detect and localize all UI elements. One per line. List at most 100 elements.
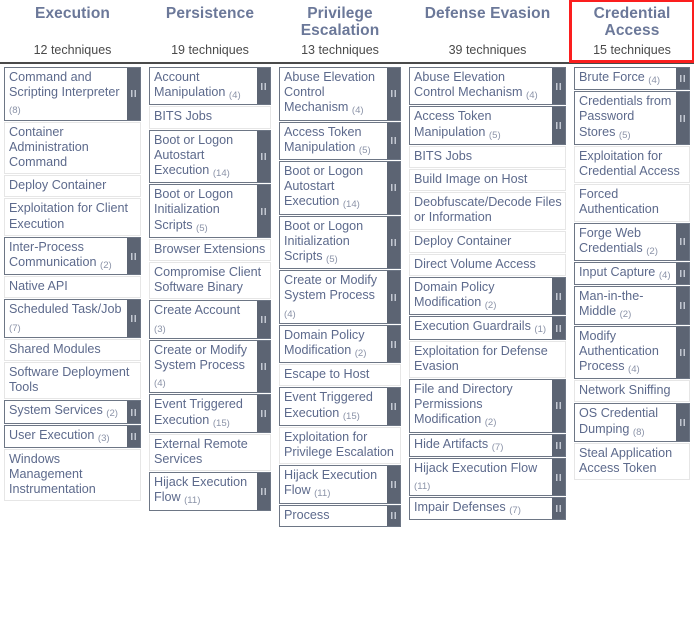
technique-cell[interactable]: Hijack Execution Flow (11) [409,457,566,497]
technique-cell[interactable]: Exploitation for Privilege Escalation [279,426,401,465]
technique-cell[interactable]: Exploitation for Client Execution [4,198,141,236]
expand-subtechniques-icon[interactable] [552,317,565,339]
technique-cell[interactable]: Deploy Container [409,230,566,253]
expand-subtechniques-icon[interactable] [552,380,565,432]
tactic-header-execution[interactable]: Execution 12 techniques [0,0,145,62]
expand-subtechniques-icon[interactable] [127,237,140,275]
technique-cell[interactable]: Direct Volume Access [409,253,566,277]
technique-cell[interactable]: Account Manipulation (4) [149,67,271,106]
expand-subtechniques-icon[interactable] [676,92,689,144]
expand-subtechniques-icon[interactable] [676,287,689,324]
technique-cell[interactable]: Scheduled Task/Job (7) [4,299,141,338]
technique-cell[interactable]: Browser Extensions [149,238,271,262]
expand-subtechniques-icon[interactable] [257,473,270,510]
technique-cell[interactable]: Inter-Process Communication (2) [4,236,141,276]
technique-cell[interactable]: External Remote Services [149,433,271,472]
expand-subtechniques-icon[interactable] [676,68,689,90]
expand-subtechniques-icon[interactable] [387,216,400,269]
technique-cell[interactable]: Domain Policy Modification (2) [279,324,401,364]
expand-subtechniques-icon[interactable] [257,68,270,105]
expand-subtechniques-icon[interactable] [552,107,565,144]
expand-subtechniques-icon[interactable] [387,122,400,160]
technique-cell[interactable]: Boot or Logon Initialization Scripts (5) [279,215,401,270]
expand-subtechniques-icon[interactable] [676,223,689,261]
technique-cell[interactable]: Steal Application Access Token [574,442,690,481]
expand-subtechniques-icon[interactable] [387,68,400,120]
technique-cell[interactable]: Access Token Manipulation (5) [409,106,566,145]
technique-cell[interactable]: OS Credential Dumping (8) [574,403,690,442]
expand-subtechniques-icon[interactable] [257,301,270,338]
expand-subtechniques-icon[interactable] [387,162,400,214]
expand-subtechniques-icon[interactable] [676,404,689,441]
technique-cell[interactable]: Credentials from Password Stores (5) [574,91,690,145]
technique-cell[interactable]: Compromise Client Software Binary [149,262,271,300]
technique-cell[interactable]: Modify Authentication Process (4) [574,325,690,380]
technique-cell[interactable]: Execution Guardrails (1) [409,316,566,340]
expand-subtechniques-icon[interactable] [127,68,140,120]
technique-cell[interactable]: Hijack Execution Flow (11) [279,465,401,504]
expand-subtechniques-icon[interactable] [552,278,565,315]
technique-cell[interactable]: Event Triggered Execution (15) [279,387,401,426]
expand-subtechniques-icon[interactable] [387,325,400,363]
technique-cell[interactable]: Create or Modify System Process (4) [279,270,401,324]
technique-cell[interactable]: Build Image on Host [409,169,566,192]
technique-cell[interactable]: Network Sniffing [574,380,690,403]
technique-cell[interactable]: Hide Artifacts (7) [409,433,566,457]
expand-subtechniques-icon[interactable] [552,458,565,496]
expand-subtechniques-icon[interactable] [127,401,140,423]
technique-cell[interactable]: Exploitation for Credential Access [574,145,690,184]
technique-cell[interactable]: Boot or Logon Autostart Execution (14) [279,161,401,215]
technique-cell[interactable]: Process [279,504,401,527]
technique-cell[interactable]: File and Directory Permissions Modificat… [409,379,566,433]
technique-cell[interactable]: Input Capture (4) [574,262,690,286]
expand-subtechniques-icon[interactable] [676,263,689,285]
technique-cell[interactable]: Abuse Elevation Control Mechanism (4) [279,67,401,121]
technique-cell[interactable]: Hijack Execution Flow (11) [149,472,271,511]
expand-subtechniques-icon[interactable] [387,271,400,323]
technique-cell[interactable]: System Services (2) [4,400,141,424]
technique-cell[interactable]: BITS Jobs [409,145,566,169]
expand-subtechniques-icon[interactable] [257,130,270,183]
technique-cell[interactable]: Deploy Container [4,175,141,198]
technique-cell[interactable]: Impair Defenses (7) [409,497,566,521]
technique-cell[interactable]: Exploitation for Defense Evasion [409,340,566,379]
technique-cell[interactable]: Create or Modify System Process (4) [149,339,271,394]
expand-subtechniques-icon[interactable] [257,395,270,432]
technique-cell[interactable]: Brute Force (4) [574,67,690,91]
technique-cell[interactable]: Boot or Logon Autostart Execution (14) [149,129,271,184]
tactic-header-credential-access[interactable]: Credential Access 15 techniques [569,0,694,63]
expand-subtechniques-icon[interactable] [387,388,400,425]
technique-cell[interactable]: Windows Management Instrumentation [4,448,141,502]
technique-cell[interactable]: Escape to Host [279,364,401,387]
technique-cell[interactable]: User Execution (3) [4,424,141,448]
expand-subtechniques-icon[interactable] [552,498,565,520]
technique-cell[interactable]: Access Token Manipulation (5) [279,121,401,161]
technique-cell[interactable]: Man-in-the-Middle (2) [574,286,690,325]
technique-cell[interactable]: Container Administration Command [4,121,141,175]
tactic-header-privilege-escalation[interactable]: Privilege Escalation 13 techniques [275,0,405,62]
technique-cell[interactable]: Event Triggered Execution (15) [149,394,271,433]
technique-cell[interactable]: Shared Modules [4,338,141,362]
technique-cell[interactable]: Native API [4,276,141,299]
technique-cell[interactable]: Software Deployment Tools [4,362,141,400]
expand-subtechniques-icon[interactable] [127,425,140,447]
expand-subtechniques-icon[interactable] [257,340,270,393]
expand-subtechniques-icon[interactable] [127,300,140,337]
technique-cell[interactable]: Create Account (3) [149,300,271,339]
technique-cell[interactable]: Deobfuscate/Decode Files or Information [409,192,566,230]
technique-cell[interactable]: Abuse Elevation Control Mechanism (4) [409,67,566,106]
technique-cell[interactable]: BITS Jobs [149,106,271,129]
technique-cell[interactable]: Boot or Logon Initialization Scripts (5) [149,184,271,238]
expand-subtechniques-icon[interactable] [552,68,565,105]
expand-subtechniques-icon[interactable] [257,185,270,237]
expand-subtechniques-icon[interactable] [387,466,400,503]
tactic-header-defense-evasion[interactable]: Defense Evasion 39 techniques [405,0,570,62]
expand-subtechniques-icon[interactable] [676,326,689,379]
technique-cell[interactable]: Domain Policy Modification (2) [409,277,566,316]
expand-subtechniques-icon[interactable] [387,505,400,526]
technique-cell[interactable]: Forced Authentication [574,184,690,222]
technique-cell[interactable]: Command and Scripting Interpreter (8) [4,67,141,121]
expand-subtechniques-icon[interactable] [552,434,565,456]
technique-cell[interactable]: Forge Web Credentials (2) [574,222,690,262]
tactic-header-persistence[interactable]: Persistence 19 techniques [145,0,275,62]
